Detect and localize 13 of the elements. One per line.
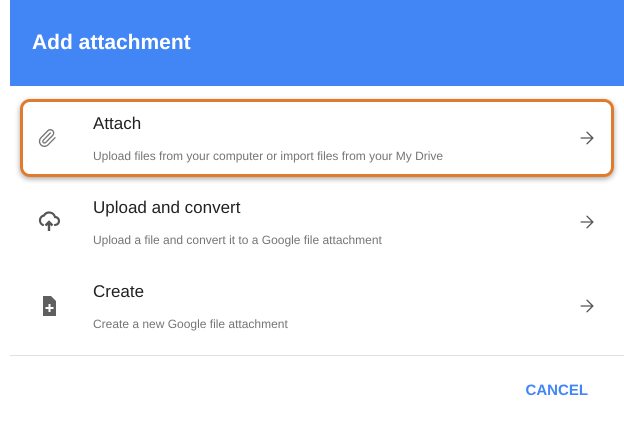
option-description: Upload a file and convert it to a Google file attachment <box>93 232 383 249</box>
cancel-button[interactable]: CANCEL <box>518 376 596 406</box>
attachment-option[interactable]: Upload and convert Upload a file and convert it to a Google file attachment <box>20 183 614 261</box>
option-title: Attach <box>93 113 142 136</box>
attachment-option[interactable]: Attach Upload files from your computer or import files from your My Drive <box>20 99 614 177</box>
attachment-option[interactable]: Create Create a new Google file attachment <box>20 267 614 345</box>
cloud-upload-icon <box>37 210 61 234</box>
option-title: Upload and convert <box>93 197 242 220</box>
option-title: Create <box>93 281 146 304</box>
option-description: Upload files from your computer or import files from your My Drive <box>93 148 444 165</box>
option-description: Create a new Google file attachment <box>93 316 289 333</box>
paperclip-icon <box>37 128 57 148</box>
dialog-title: Add attachment <box>32 30 191 56</box>
